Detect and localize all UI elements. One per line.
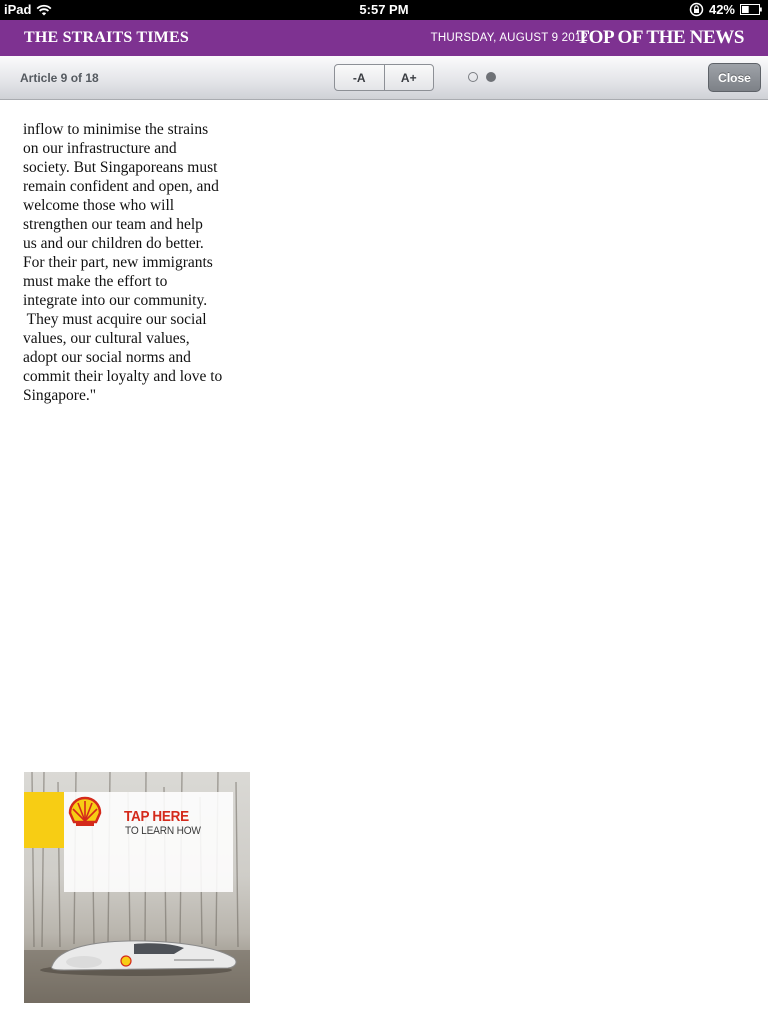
article-line: values, our cultural values, [23, 330, 190, 347]
status-right: 42% [689, 2, 762, 17]
battery-icon [740, 4, 762, 15]
battery-percent: 42% [708, 2, 735, 17]
article-line: society. But Singaporeans must [23, 159, 218, 176]
page-indicator[interactable] [468, 72, 496, 82]
article-line: integrate into our community. [23, 292, 208, 309]
ad-subline: TO LEARN HOW [125, 825, 201, 837]
masthead: THE STRAITS TIMES THURSDAY, AUGUST 9 201… [0, 20, 768, 56]
article-line: adopt our social norms and [23, 349, 191, 366]
status-time: 5:57 PM [359, 2, 409, 17]
section-title: TOP OF THE NEWS [576, 27, 745, 48]
article-counter: Article 9 of 18 [20, 71, 99, 85]
article-line: us and our children do better. [23, 235, 204, 252]
concept-car-image [40, 940, 237, 976]
brand-yellow-block [24, 792, 64, 848]
article-line: Singapore." [23, 387, 97, 404]
close-button[interactable]: Close [708, 63, 761, 92]
status-bar: iPad 5:57 PM 42% [0, 0, 768, 20]
article-line: For their part, new immigrants [23, 254, 213, 271]
page-dot-2[interactable] [486, 72, 496, 82]
article-line: welcome those who will [23, 197, 175, 214]
article-line: remain confident and open, and [23, 178, 219, 195]
shell-logo-icon [68, 796, 102, 826]
decrease-font-button[interactable]: -A [335, 65, 384, 90]
ad-headline: TAP HERE [124, 808, 189, 825]
article-line: commit their loyalty and love to [23, 368, 223, 385]
article-line: inflow to minimise the strains [23, 121, 209, 138]
article-line: must make the effort to [23, 273, 168, 290]
font-size-control: -A A+ [334, 64, 434, 91]
article-line: They must acquire our social [23, 311, 207, 328]
edition-date: THURSDAY, AUGUST 9 2012 [430, 32, 588, 44]
article-toolbar: Article 9 of 18 -A A+ Close [0, 56, 768, 100]
shell-advert[interactable]: TAP HERE TO LEARN HOW [24, 772, 250, 1003]
article-body: inflow to minimise the strains on our in… [23, 120, 253, 405]
page-dot-1[interactable] [468, 72, 478, 82]
newspaper-logo: THE STRAITS TIMES [24, 29, 189, 46]
article-line: strengthen our team and help [23, 216, 203, 233]
article-line: on our infrastructure and [23, 140, 177, 157]
increase-font-button[interactable]: A+ [383, 65, 434, 90]
rotation-lock-icon [689, 2, 704, 17]
